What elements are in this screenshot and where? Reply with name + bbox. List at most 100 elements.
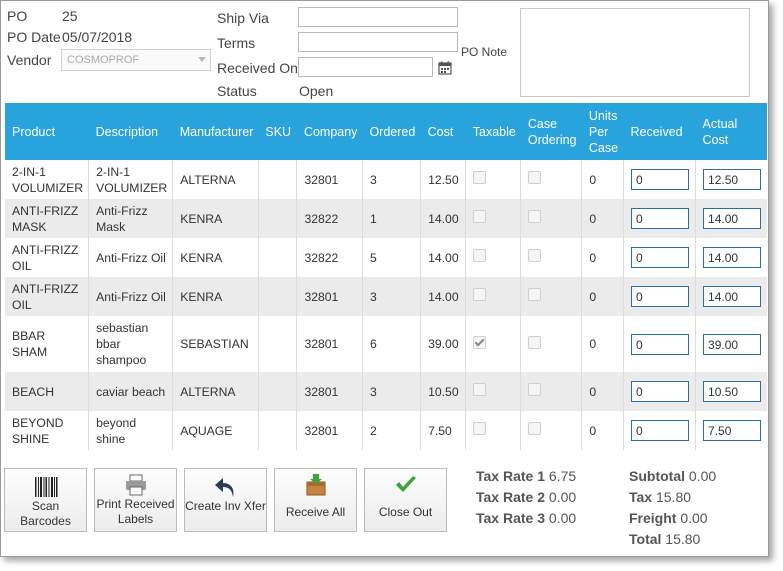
received-input[interactable]: 0 bbox=[631, 381, 689, 402]
po-date-label: PO Date bbox=[7, 29, 61, 45]
actual-cost-input[interactable]: 14.00 bbox=[703, 247, 762, 268]
case-ordering-cell bbox=[520, 199, 582, 238]
taxable-checkbox[interactable] bbox=[473, 171, 487, 184]
taxable-checkbox[interactable] bbox=[473, 249, 487, 262]
column-header-case-ordering[interactable]: Case Ordering bbox=[520, 103, 582, 160]
create-inv-xfer-button[interactable]: Create Inv Xfer bbox=[184, 468, 267, 532]
taxable-checkbox[interactable] bbox=[473, 422, 487, 435]
create-inv-xfer-label: Create Inv Xfer bbox=[185, 499, 266, 513]
company-cell-text: 32801 bbox=[304, 384, 339, 399]
units-per-case-cell-text: 0 bbox=[589, 384, 597, 399]
case-ordering-checkbox[interactable] bbox=[528, 422, 542, 435]
actual-cost-input[interactable]: 12.50 bbox=[703, 169, 762, 190]
column-header-product[interactable]: Product bbox=[5, 103, 89, 160]
sku-cell bbox=[257, 316, 297, 372]
actual-cost-input[interactable]: 7.50 bbox=[703, 420, 762, 441]
cost-cell-text: 14.00 bbox=[428, 211, 459, 226]
tax-rate-3-value: 0.00 bbox=[548, 510, 577, 526]
received-input[interactable]: 0 bbox=[631, 247, 689, 268]
close-out-label: Close Out bbox=[378, 505, 433, 519]
cost-cell-text: 14.00 bbox=[428, 250, 459, 265]
actual-cost-input[interactable]: 39.00 bbox=[703, 333, 762, 355]
received-on-field[interactable] bbox=[298, 57, 433, 77]
units-per-case-cell-text: 0 bbox=[589, 337, 597, 351]
received-input[interactable]: 0 bbox=[631, 333, 689, 355]
taxable-checkbox[interactable] bbox=[473, 210, 487, 223]
case-ordering-checkbox[interactable] bbox=[528, 171, 542, 184]
product-cell: BEACH bbox=[5, 372, 89, 411]
manufacturer-cell: KENRA bbox=[172, 277, 259, 316]
tax-total-value: 15.80 bbox=[655, 489, 692, 505]
vendor-select[interactable]: COSMOPROF bbox=[61, 49, 211, 71]
subtotal-label: Subtotal bbox=[629, 468, 685, 484]
description-cell: Anti-Frizz Oil bbox=[88, 277, 173, 316]
column-header-sku[interactable]: SKU bbox=[258, 103, 297, 160]
column-header-ordered[interactable]: Ordered bbox=[362, 103, 421, 160]
received-input[interactable]: 0 bbox=[631, 286, 689, 307]
received-cell: 0 bbox=[622, 411, 696, 450]
subtotal: Subtotal 0.00 bbox=[629, 468, 716, 484]
units-per-case-cell: 0 bbox=[581, 316, 624, 372]
case-ordering-checkbox[interactable] bbox=[528, 335, 542, 349]
freight-label: Freight bbox=[629, 510, 677, 526]
taxable-checkbox[interactable] bbox=[473, 335, 487, 349]
tax-rate-3: Tax Rate 3 0.00 bbox=[476, 510, 576, 526]
column-header-cost[interactable]: Cost bbox=[420, 103, 466, 160]
case-ordering-checkbox[interactable] bbox=[528, 288, 542, 301]
print-received-labels-button[interactable]: Print Received Labels bbox=[94, 468, 177, 532]
column-header-received[interactable]: Received bbox=[623, 103, 696, 160]
table-row[interactable]: ANTI-FRIZZ OIL Anti-Frizz Oil KENRA 32801 3 1… bbox=[5, 277, 767, 316]
taxable-checkbox[interactable] bbox=[473, 383, 487, 396]
ship-via-field[interactable] bbox=[298, 7, 458, 27]
table-row[interactable]: BEYOND SHINE beyond shine AQUAGE 32801 2 7.50… bbox=[5, 411, 767, 450]
case-ordering-cell bbox=[520, 411, 582, 450]
cost-cell: 10.50 bbox=[420, 372, 466, 411]
close-out-button[interactable]: Close Out bbox=[364, 468, 447, 532]
po-note-textarea[interactable] bbox=[520, 8, 750, 97]
received-input[interactable]: 0 bbox=[631, 208, 689, 229]
table-row[interactable]: ANTI-FRIZZ MASK Anti-Frizz Mask KENRA 32822… bbox=[5, 199, 767, 238]
table-row[interactable]: 2-IN-1 VOLUMIZER 2-IN-1 VOLUMIZER ALTERNA 3… bbox=[5, 160, 767, 199]
column-header-taxable[interactable]: Taxable bbox=[465, 103, 521, 160]
case-ordering-checkbox[interactable] bbox=[528, 249, 542, 262]
case-ordering-checkbox[interactable] bbox=[528, 383, 542, 396]
receive-all-button[interactable]: Receive All bbox=[274, 468, 357, 532]
ordered-cell-text: 1 bbox=[369, 211, 377, 226]
ordered-cell-text: 3 bbox=[369, 172, 377, 187]
column-header-manufacturer[interactable]: Manufacturer bbox=[172, 103, 259, 160]
receive-all-label: Receive All bbox=[285, 505, 346, 519]
actual-cost-cell: 14.00 bbox=[695, 277, 767, 316]
column-header-description[interactable]: Description bbox=[88, 103, 173, 160]
cost-cell-text: 39.00 bbox=[428, 337, 459, 351]
ordered-cell-text: 5 bbox=[369, 250, 377, 265]
subtotal-value: 0.00 bbox=[688, 468, 717, 484]
calendar-icon[interactable] bbox=[438, 61, 452, 75]
undo-arrow-icon bbox=[214, 478, 234, 497]
ordered-cell: 3 bbox=[361, 160, 421, 199]
description-cell: beyond shine bbox=[88, 411, 173, 450]
manufacturer-cell-text: KENRA bbox=[180, 289, 223, 304]
table-row[interactable]: ANTI-FRIZZ OIL Anti-Frizz Oil KENRA 32822 5 1… bbox=[5, 238, 767, 277]
taxable-checkbox[interactable] bbox=[473, 288, 487, 301]
table-row[interactable]: BEACH caviar beach ALTERNA 32801 3 10.50 0 0 10.… bbox=[5, 372, 767, 411]
table-row[interactable]: BBAR SHAM sebastian bbar shampoo SEBASTIAN… bbox=[5, 316, 767, 372]
actual-cost-input[interactable]: 10.50 bbox=[703, 381, 762, 402]
case-ordering-checkbox[interactable] bbox=[528, 210, 542, 223]
column-header-actual-cost[interactable]: Actual Cost bbox=[695, 103, 767, 160]
manufacturer-cell: ALTERNA bbox=[172, 160, 259, 199]
column-header-company[interactable]: Company bbox=[296, 103, 363, 160]
product-cell: BEYOND SHINE bbox=[5, 411, 89, 450]
received-cell: 0 bbox=[622, 277, 696, 316]
actual-cost-input[interactable]: 14.00 bbox=[703, 208, 762, 229]
column-header-units-per-case[interactable]: Units Per Case bbox=[581, 103, 624, 160]
actual-cost-input[interactable]: 14.00 bbox=[703, 286, 762, 307]
scan-barcodes-button[interactable]: Scan Barcodes bbox=[4, 468, 87, 532]
terms-field[interactable] bbox=[298, 32, 458, 52]
description-cell: caviar beach bbox=[88, 372, 173, 411]
received-input[interactable]: 0 bbox=[631, 420, 689, 441]
manufacturer-cell: ALTERNA bbox=[172, 372, 259, 411]
ordered-cell-text: 6 bbox=[369, 337, 377, 351]
received-input[interactable]: 0 bbox=[631, 169, 689, 190]
cost-cell: 7.50 bbox=[420, 411, 466, 450]
manufacturer-cell-text: KENRA bbox=[180, 250, 223, 265]
